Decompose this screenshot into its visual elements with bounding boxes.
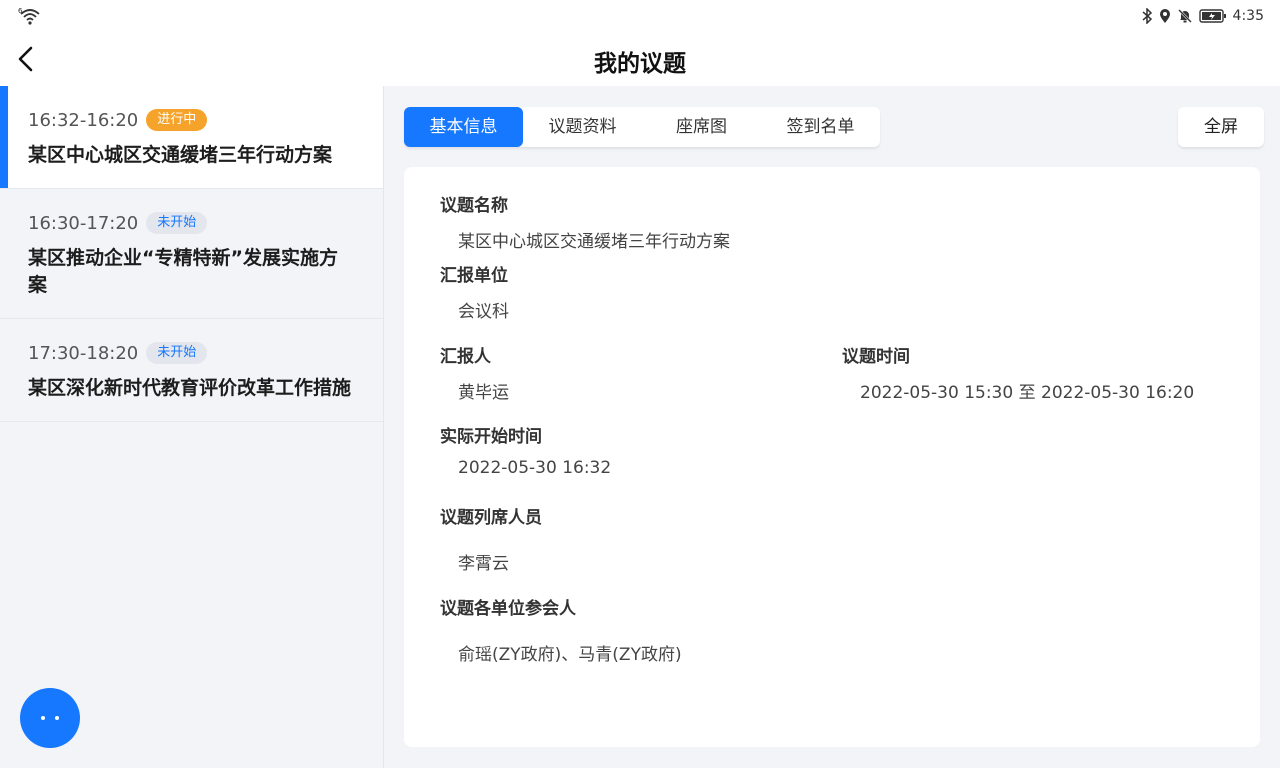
floating-menu-button[interactable] [20,688,80,748]
tab-seating-chart[interactable]: 座席图 [642,107,761,147]
status-badge: 未开始 [146,342,208,364]
status-bar: 6 4:35 [0,0,1280,32]
battery-charging-icon [1198,9,1226,23]
agenda-item[interactable]: 16:32-16:20 进行中 某区中心城区交通缓堵三年行动方案 [0,86,383,189]
bluetooth-icon [1142,8,1152,24]
agenda-time: 17:30-18:20 [28,342,139,364]
dot-icon [55,716,59,720]
agenda-title: 某区中心城区交通缓堵三年行动方案 [28,144,333,166]
main-panel: 基本信息 议题资料 座席图 签到名单 全屏 议题名称 某区中心城区交通缓堵三年行… [384,86,1280,768]
topic-time-label: 议题时间 [842,347,910,367]
basic-info-card: 议题名称 某区中心城区交通缓堵三年行动方案 汇报单位 会议科 汇报人 黄毕运 议… [404,167,1260,747]
agenda-item[interactable]: 17:30-18:20 未开始 某区深化新时代教育评价改革工作措施 [0,319,383,422]
header: 我的议题 [0,32,1280,86]
agenda-title: 某区深化新时代教育评价改革工作措施 [28,377,352,399]
mute-bell-icon [1177,9,1192,23]
participants-label: 议题各单位参会人 [440,599,576,619]
location-icon [1159,9,1170,23]
fullscreen-button[interactable]: 全屏 [1178,107,1264,147]
actual-start-value: 2022-05-30 16:32 [458,458,612,478]
clock: 4:35 [1232,8,1264,24]
wifi-icon: 6 [18,7,40,25]
agenda-time: 16:32-16:20 [28,109,139,131]
agenda-item[interactable]: 16:30-17:20 未开始 某区推动企业“专精特新”发展实施方案 [0,189,383,319]
reporter-label: 汇报人 [440,347,491,367]
attendees-value: 李霄云 [458,554,509,574]
tab-materials[interactable]: 议题资料 [523,107,642,147]
agenda-time: 16:30-17:20 [28,212,139,234]
reporter-value: 黄毕运 [458,383,509,403]
actual-start-label: 实际开始时间 [440,427,542,447]
topic-name-value: 某区中心城区交通缓堵三年行动方案 [458,232,730,252]
agenda-sidebar: 16:32-16:20 进行中 某区中心城区交通缓堵三年行动方案 16:30-1… [0,86,384,768]
status-badge: 进行中 [146,109,208,131]
status-badge: 未开始 [146,212,208,234]
tab-bar: 基本信息 议题资料 座席图 签到名单 [404,107,880,147]
report-unit-label: 汇报单位 [440,266,508,286]
agenda-title: 某区推动企业“专精特新”发展实施方案 [28,247,338,296]
status-icons: 4:35 [1141,6,1264,26]
topic-time-value: 2022-05-30 15:30 至 2022-05-30 16:20 [860,383,1195,403]
tab-basic-info[interactable]: 基本信息 [404,107,523,147]
dot-icon [41,716,45,720]
report-unit-value: 会议科 [458,302,509,322]
tab-sign-in-list[interactable]: 签到名单 [761,107,880,147]
participants-value: 俞瑶(ZY政府)、马青(ZY政府) [458,645,682,665]
attendees-label: 议题列席人员 [440,508,542,528]
topic-name-label: 议题名称 [440,196,508,216]
page-title: 我的议题 [594,51,686,77]
